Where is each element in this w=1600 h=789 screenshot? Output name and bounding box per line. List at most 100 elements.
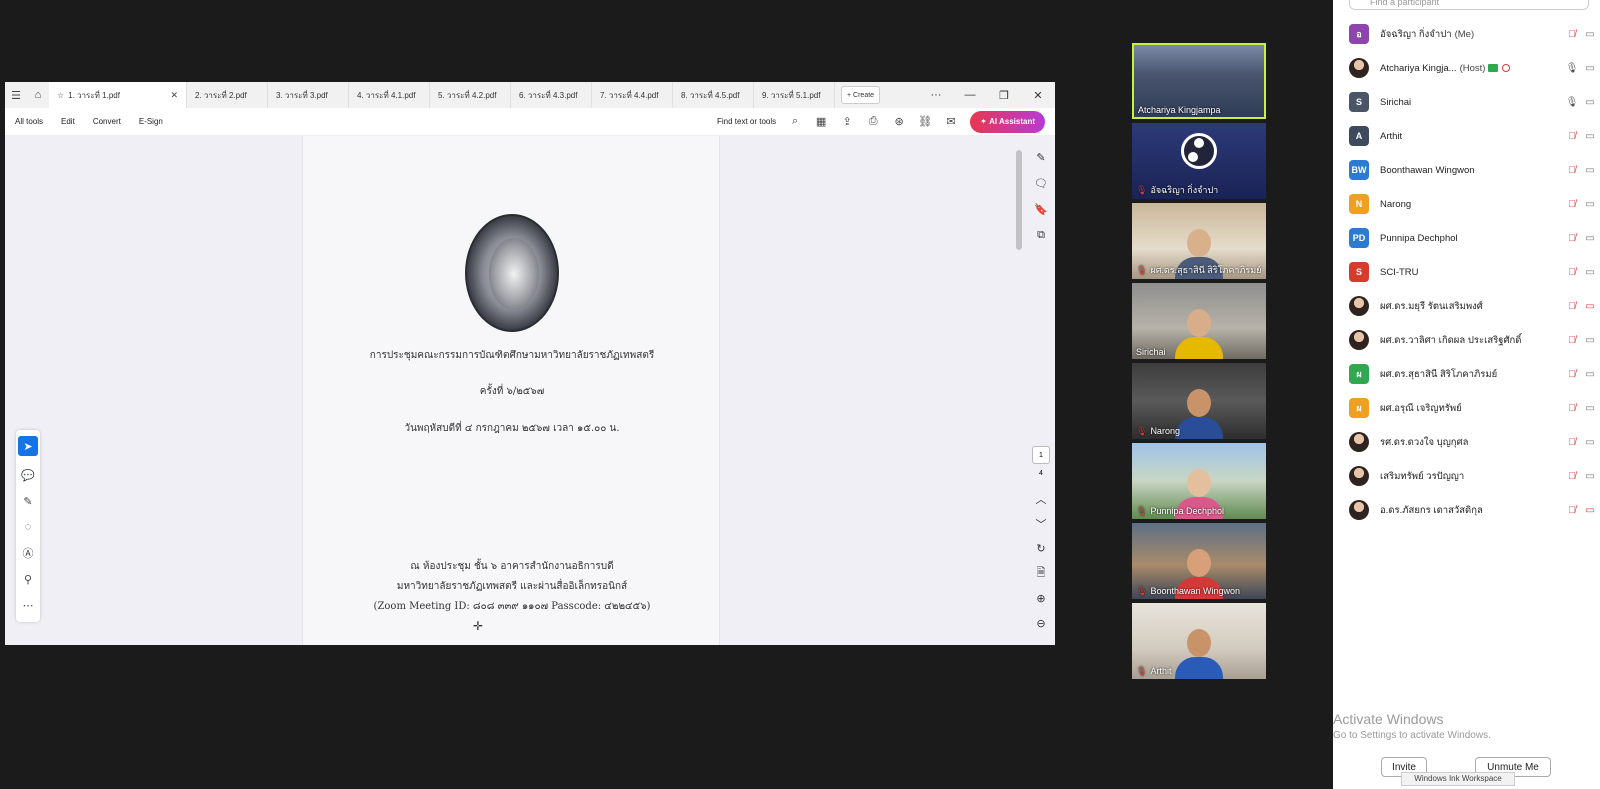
participant-row[interactable]: S Sirichai 🎙 ▭ [1349, 85, 1599, 119]
ai-assistant-button[interactable]: ✦ AI Assistant [970, 110, 1045, 133]
mic-muted-icon[interactable]: 🎙̸ [1563, 29, 1581, 40]
upload-icon[interactable]: ⇪ [834, 115, 860, 128]
more-icon[interactable]: ··· [919, 89, 953, 101]
close-tab-icon[interactable]: ✕ [170, 90, 178, 101]
stamp-tool-icon[interactable]: ⚲ [24, 566, 32, 592]
create-button[interactable]: + Create [841, 86, 881, 104]
mic-muted-icon[interactable]: 🎙̸ [1563, 335, 1581, 346]
mic-muted-icon[interactable]: 🎙̸ [1563, 165, 1581, 176]
page-number-input[interactable]: 1 [1032, 446, 1050, 464]
participant-row[interactable]: อ.ดร.ภัสยกร เดาสวัสดิกุล 🎙̸ ▭ [1349, 493, 1599, 527]
camera-icon[interactable]: ▭ [1581, 131, 1599, 142]
camera-off-icon[interactable]: ▭ [1581, 505, 1599, 516]
camera-icon[interactable]: ▭ [1581, 369, 1599, 380]
video-tile[interactable]: 🎙 Boonthawan Wingwon [1132, 523, 1266, 599]
rotate-icon[interactable]: ↻ [1036, 536, 1045, 561]
pen-tool-icon[interactable]: ✎ [23, 488, 32, 514]
mic-muted-icon[interactable]: 🎙̸ [1563, 301, 1581, 312]
participant-row[interactable]: N Narong 🎙̸ ▭ [1349, 187, 1599, 221]
camera-icon[interactable]: ▭ [1581, 97, 1599, 108]
vertical-scrollbar[interactable] [1015, 144, 1023, 634]
tab-6[interactable]: 6. วาระที่ 4.3.pdf [511, 82, 592, 108]
link-icon[interactable]: ⛓ [912, 115, 938, 128]
camera-icon[interactable]: ▭ [1581, 63, 1599, 74]
hamburger-menu-icon[interactable]: ☰ [5, 82, 27, 108]
participant-row[interactable]: S SCI-TRU 🎙̸ ▭ [1349, 255, 1599, 289]
mic-on-icon[interactable]: 🎙 [1563, 97, 1581, 108]
close-window-icon[interactable]: ✕ [1021, 89, 1055, 102]
participant-row[interactable]: ผศ.ดร.วาลิศา เกิดผล ประเสริฐศักดิ์ 🎙̸ ▭ [1349, 323, 1599, 357]
menu-convert[interactable]: Convert [93, 117, 121, 126]
video-tile[interactable]: Sirichai [1132, 283, 1266, 359]
participant-row[interactable]: PD Punnipa Dechphol 🎙̸ ▭ [1349, 221, 1599, 255]
tab-8[interactable]: 8. วาระที่ 4.5.pdf [673, 82, 754, 108]
maximize-icon[interactable]: ❐ [987, 89, 1021, 102]
video-tile[interactable]: 🎙 Arthit [1132, 603, 1266, 679]
camera-icon[interactable]: ▭ [1581, 335, 1599, 346]
mic-muted-icon[interactable]: 🎙̸ [1563, 403, 1581, 414]
camera-icon[interactable]: ▭ [1581, 437, 1599, 448]
participant-row[interactable]: ผ ผศ.อรุณี เจริญทรัพย์ 🎙̸ ▭ [1349, 391, 1599, 425]
document-area[interactable]: การประชุมคณะกรรมการบัณฑิตศึกษามหาวิทยาลั… [5, 136, 1055, 645]
chevron-up-icon[interactable]: ︿ [1036, 486, 1047, 511]
participant-row[interactable]: รศ.ดร.ดวงใจ บุญกุศล 🎙̸ ▭ [1349, 425, 1599, 459]
chevron-down-icon[interactable]: ﹀ [1036, 511, 1047, 536]
mic-on-icon[interactable]: 🎙 [1563, 63, 1581, 74]
video-tile[interactable]: 🎙 อัจฉริญา กิ่งจำปา [1132, 123, 1266, 199]
participant-row[interactable]: BW Boonthawan Wingwon 🎙̸ ▭ [1349, 153, 1599, 187]
zoom-out-icon[interactable]: ⊖ [1036, 611, 1045, 636]
mail-icon[interactable]: ✉ [938, 115, 964, 128]
edit-pdf-icon[interactable]: ✎ [1036, 144, 1045, 170]
comment-tool-icon[interactable]: 💬 [21, 462, 35, 488]
mic-muted-icon[interactable]: 🎙̸ [1563, 471, 1581, 482]
share-icon[interactable]: ⊛ [886, 115, 912, 128]
mic-muted-icon[interactable]: 🎙̸ [1563, 369, 1581, 380]
minimize-icon[interactable]: — [953, 89, 987, 101]
tab-2[interactable]: 2. วาระที่ 2.pdf [187, 82, 268, 108]
comments-icon[interactable]: 🗨 [1034, 170, 1048, 196]
camera-icon[interactable]: ▭ [1581, 403, 1599, 414]
participant-row[interactable]: ออัจฉริญา กิ่งจำปา (Me) 🎙̸ ▭ [1349, 17, 1599, 51]
tab-3[interactable]: 3. วาระที่ 3.pdf [268, 82, 349, 108]
home-icon[interactable]: ⌂ [27, 82, 49, 108]
star-icon[interactable]: ☆ [57, 91, 64, 100]
camera-icon[interactable]: ▭ [1581, 471, 1599, 482]
copy-icon[interactable]: ⧉ [1037, 222, 1045, 248]
mic-muted-icon[interactable]: 🎙̸ [1563, 233, 1581, 244]
tab-4[interactable]: 4. วาระที่ 4.1.pdf [349, 82, 430, 108]
participant-row[interactable]: ผศ.ดร.มยุรี รัตนเสริมพงศ์ 🎙̸ ▭ [1349, 289, 1599, 323]
participant-row[interactable]: A Arthit 🎙̸ ▭ [1349, 119, 1599, 153]
participant-row[interactable]: ผ ผศ.ดร.สุธาสินี สิริโภคาภิรมย์ 🎙̸ ▭ [1349, 357, 1599, 391]
select-tool-icon[interactable]: ➤ [18, 436, 38, 456]
menu-edit[interactable]: Edit [61, 117, 75, 126]
print-icon[interactable]: ⎙ [860, 115, 886, 128]
participant-row[interactable]: เสริมทรัพย์ วรปัญญา 🎙̸ ▭ [1349, 459, 1599, 493]
calendar-icon[interactable]: ▦ [808, 115, 834, 128]
tab-7[interactable]: 7. วาระที่ 4.4.pdf [592, 82, 673, 108]
zoom-in-icon[interactable]: ⊕ [1036, 586, 1045, 611]
page-icon[interactable]: 🗎 [1037, 561, 1046, 586]
tab-5[interactable]: 5. วาระที่ 4.2.pdf [430, 82, 511, 108]
camera-icon[interactable]: ▭ [1581, 267, 1599, 278]
more-tools-icon[interactable]: ⋯ [23, 592, 34, 618]
video-tile[interactable]: 🎙 Punnipa Dechphol [1132, 443, 1266, 519]
video-tile[interactable]: 🎙 ผศ.ดร.สุธาสินี สิริโภคาภิรมย์ [1132, 203, 1266, 279]
text-tool-icon[interactable]: Ⓐ [23, 540, 34, 566]
pdf-page[interactable]: การประชุมคณะกรรมการบัณฑิตศึกษามหาวิทยาลั… [302, 136, 720, 645]
tab-1[interactable]: ☆ 1. วาระที่ 1.pdf ✕ [49, 82, 187, 108]
participant-search-input[interactable]: Find a participant [1349, 0, 1589, 10]
bookmark-icon[interactable]: 🔖 [1034, 196, 1048, 222]
menu-esign[interactable]: E-Sign [139, 117, 163, 126]
search-icon[interactable]: ⌕ [782, 115, 808, 128]
mic-muted-icon[interactable]: 🎙̸ [1563, 199, 1581, 210]
lasso-tool-icon[interactable]: ◌ [25, 514, 32, 540]
mic-muted-icon[interactable]: 🎙̸ [1563, 267, 1581, 278]
tab-9[interactable]: 9. วาระที่ 5.1.pdf [754, 82, 835, 108]
camera-icon[interactable]: ▭ [1581, 199, 1599, 210]
camera-icon[interactable]: ▭ [1581, 233, 1599, 244]
video-tile[interactable]: 🎙 Narong [1132, 363, 1266, 439]
scroll-thumb[interactable] [1016, 150, 1022, 250]
menu-all-tools[interactable]: All tools [15, 117, 43, 126]
mic-muted-icon[interactable]: 🎙̸ [1563, 505, 1581, 516]
mic-muted-icon[interactable]: 🎙̸ [1563, 131, 1581, 142]
